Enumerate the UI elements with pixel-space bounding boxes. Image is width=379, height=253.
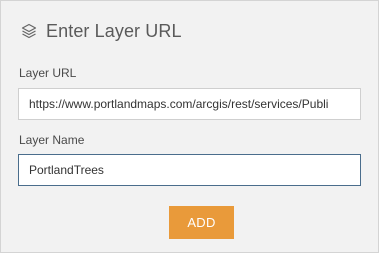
layer-url-label: Layer URL: [19, 66, 77, 80]
layer-name-input[interactable]: [18, 154, 361, 186]
enter-layer-url-panel: Enter Layer URL Layer URL Layer Name ADD: [0, 0, 379, 253]
add-button[interactable]: ADD: [169, 206, 234, 239]
layer-name-label: Layer Name: [19, 133, 85, 147]
panel-header: Enter Layer URL: [19, 19, 182, 43]
layers-icon: [19, 21, 39, 41]
layer-url-input[interactable]: [18, 88, 361, 120]
panel-title: Enter Layer URL: [46, 20, 182, 41]
